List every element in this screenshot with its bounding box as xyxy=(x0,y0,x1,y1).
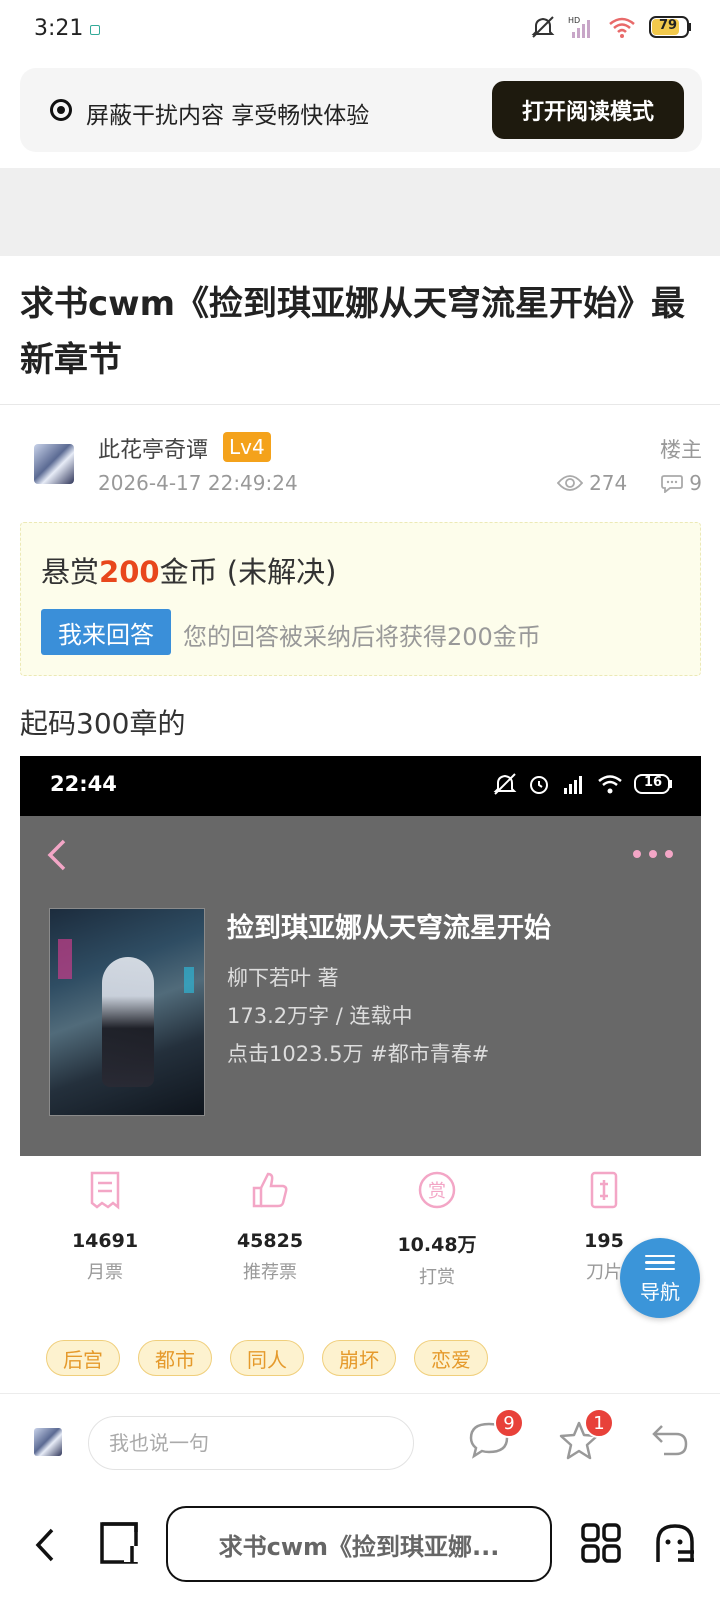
embedded-alarm-icon xyxy=(530,776,548,794)
tabs-icon[interactable] xyxy=(98,1520,142,1566)
svg-text:赏: 赏 xyxy=(428,1181,446,1202)
status-bar: 3:21 HD 79 xyxy=(0,0,720,62)
answer-button[interactable]: 我来回答 xyxy=(41,609,171,655)
tag[interactable]: 后宫 xyxy=(46,1340,120,1376)
bounty-hint: 您的回答被采纳后将获得200金币 xyxy=(183,623,541,651)
signal-icon: HD xyxy=(568,16,590,38)
blade-icon xyxy=(590,1171,618,1209)
back-icon[interactable] xyxy=(34,1526,56,1564)
embedded-battery-icon: 16 xyxy=(633,773,673,795)
metric-label: 推荐票 xyxy=(243,1262,297,1283)
metric-label: 打赏 xyxy=(419,1267,455,1288)
radio-icon xyxy=(50,99,72,121)
thumbs-up-icon xyxy=(252,1172,288,1208)
book-cover xyxy=(49,908,205,1116)
menu-icon xyxy=(645,1251,675,1275)
more-icon[interactable] xyxy=(633,850,673,858)
user-avatar[interactable] xyxy=(34,1428,62,1456)
embedded-wifi-icon xyxy=(598,775,622,794)
bounty-amount: 200 xyxy=(99,555,160,589)
tag[interactable]: 同人 xyxy=(230,1340,304,1376)
comment-count: 9 xyxy=(689,471,702,495)
metric-value: 10.48万 xyxy=(397,1234,477,1256)
level-badge: Lv4 xyxy=(223,432,271,462)
banner-text: 屏蔽干扰内容 享受畅快体验 xyxy=(86,103,370,129)
bounty-title: 悬赏200金币 (未解决) xyxy=(41,549,336,591)
tag-list: 后宫 都市 同人 崩坏 恋爱 xyxy=(46,1340,488,1376)
navigation-label: 导航 xyxy=(640,1280,680,1305)
comment-icon xyxy=(661,475,684,493)
status-time: 3:21 xyxy=(34,16,84,41)
metric-monthly-ticket: 14691 月票 xyxy=(35,1166,175,1284)
embedded-battery-level: 16 xyxy=(643,775,663,790)
svg-text:HD: HD xyxy=(568,16,580,25)
navigation-button[interactable]: 导航 xyxy=(620,1238,700,1318)
post-stats: 274 9 xyxy=(557,471,702,495)
book-header: 捡到琪亚娜从天穹流星开始 柳下若叶 著 173.2万字 / 连载中 点击1023… xyxy=(20,816,701,1156)
ticket-icon xyxy=(90,1171,120,1210)
reply-arrow-icon xyxy=(652,1425,688,1456)
divider xyxy=(0,404,720,405)
share-button[interactable] xyxy=(650,1420,690,1464)
metric-value: 14691 xyxy=(71,1230,139,1252)
view-count: 274 xyxy=(589,471,628,495)
reward-icon: 赏 xyxy=(418,1171,456,1209)
star-badge: 1 xyxy=(584,1408,614,1438)
metric-recommend-ticket: 45825 推荐票 xyxy=(200,1166,340,1284)
sim-icon xyxy=(90,25,100,35)
eye-icon xyxy=(557,475,584,491)
metric-reward: 赏 10.48万 打赏 xyxy=(367,1166,507,1289)
book-word-count: 173.2万字 / 连载中 xyxy=(227,1004,413,1028)
ghost-icon[interactable] xyxy=(654,1522,696,1566)
post-title: 求书cwm《捡到琪亚娜从天穹流星开始》最新章节 xyxy=(20,284,685,380)
comment-badge: 9 xyxy=(494,1408,524,1438)
tag[interactable]: 都市 xyxy=(138,1340,212,1376)
book-metrics: 14691 月票 45825 推荐票 赏 10.48万 打赏 195 刀片 xyxy=(20,1166,701,1289)
bounty-suffix: 金币 (未解决) xyxy=(159,555,337,589)
metric-label: 月票 xyxy=(87,1262,123,1283)
tag[interactable]: 恋爱 xyxy=(414,1340,488,1376)
apps-grid-icon[interactable] xyxy=(580,1522,622,1564)
embedded-signal-icon xyxy=(564,776,582,794)
battery-icon: 79 xyxy=(648,14,692,40)
book-title: 捡到琪亚娜从天穹流星开始 xyxy=(227,913,551,944)
tag[interactable]: 崩坏 xyxy=(322,1340,396,1376)
comment-bar: 我也说一句 9 1 xyxy=(0,1393,720,1489)
bounty-prefix: 悬赏 xyxy=(41,555,100,589)
mute-icon xyxy=(531,16,555,38)
avatar[interactable] xyxy=(34,444,74,484)
battery-level: 79 xyxy=(658,18,678,33)
wifi-icon xyxy=(609,17,635,38)
comment-input[interactable]: 我也说一句 xyxy=(88,1416,414,1470)
embedded-status-bar: 22:44 16 xyxy=(20,756,701,816)
address-bar[interactable]: 求书cwm《捡到琪亚娜... xyxy=(166,1506,552,1582)
metric-value: 45825 xyxy=(236,1230,304,1252)
comments-button[interactable]: 9 xyxy=(468,1408,524,1464)
post-body: 起码300章的 xyxy=(20,707,186,740)
open-reading-mode-button[interactable]: 打开阅读模式 xyxy=(492,81,684,139)
reading-mode-banner: 屏蔽干扰内容 享受畅快体验 打开阅读模式 xyxy=(20,68,702,152)
embedded-screenshot[interactable]: 22:44 16 捡到琪亚娜从天穹流星开始 柳下若叶 著 173.2万字 / 连… xyxy=(20,756,701,1319)
ad-placeholder xyxy=(0,168,720,256)
favorite-button[interactable]: 1 xyxy=(558,1408,614,1464)
bounty-box: 悬赏200金币 (未解决) 我来回答 您的回答被采纳后将获得200金币 xyxy=(20,522,701,676)
embedded-time: 22:44 xyxy=(50,772,117,796)
post-date: 2026-4-17 22:49:24 xyxy=(98,471,298,495)
back-chevron-icon[interactable] xyxy=(46,838,68,872)
embedded-mute-icon xyxy=(493,773,517,795)
book-author: 柳下若叶 著 xyxy=(227,966,339,990)
role-label: 楼主 xyxy=(660,438,702,462)
book-clicks: 点击1023.5万 #都市青春# xyxy=(227,1042,490,1066)
browser-toolbar: 求书cwm《捡到琪亚娜... xyxy=(0,1492,720,1600)
author-name[interactable]: 此花亭奇谭 xyxy=(98,432,208,464)
